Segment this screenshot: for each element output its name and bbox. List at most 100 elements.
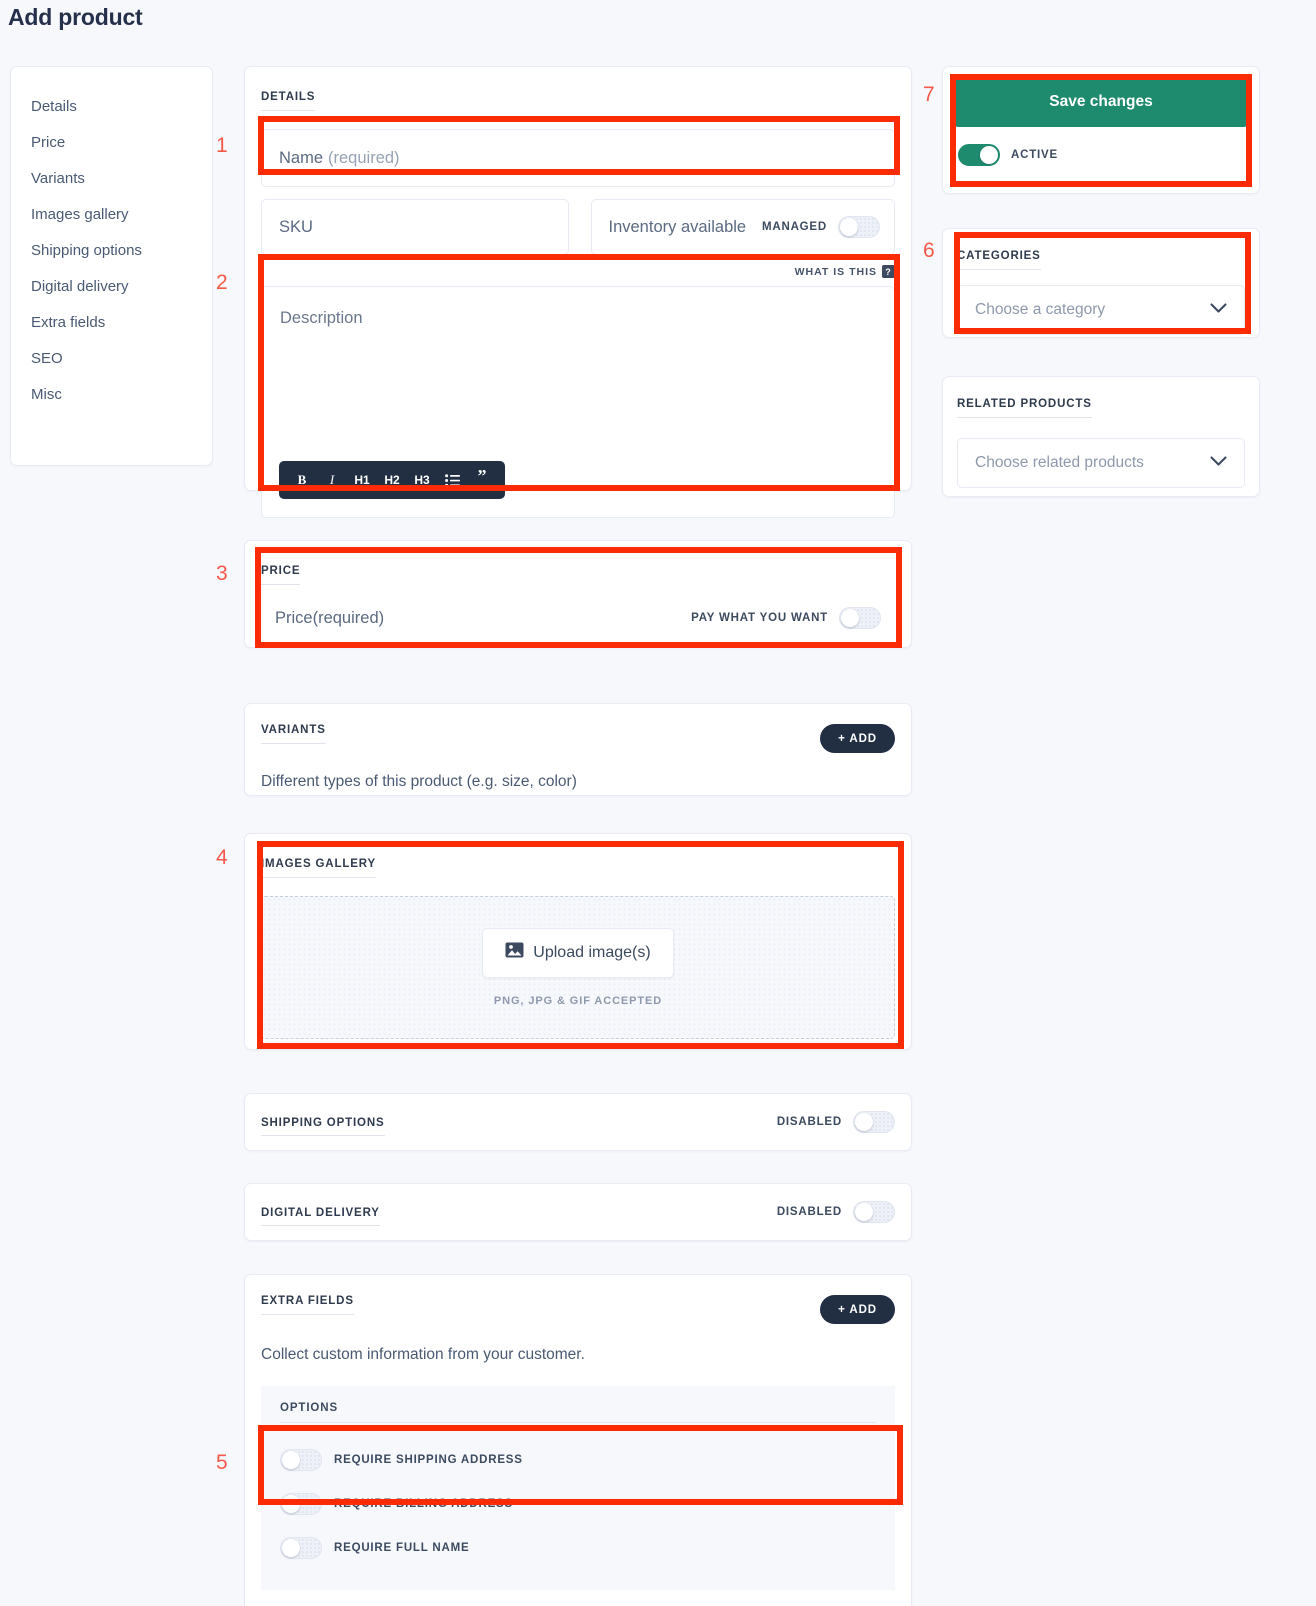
pay-what-you-want-label: PAY WHAT YOU WANT: [691, 612, 828, 624]
variants-add-button[interactable]: + ADD: [820, 724, 895, 753]
sidebar-item-shipping-options[interactable]: Shipping options: [11, 233, 212, 269]
save-changes-button[interactable]: Save changes: [953, 77, 1249, 127]
require-billing-address-row[interactable]: REQUIRE BILLING ADDRESS: [280, 1482, 876, 1526]
active-label: ACTIVE: [1011, 149, 1058, 161]
digital-delivery-heading: DIGITAL DELIVERY: [261, 1207, 380, 1226]
images-gallery-heading: IMAGES GALLERY: [261, 858, 376, 878]
inventory-placeholder: Inventory available: [608, 217, 747, 236]
italic-icon[interactable]: I: [319, 467, 345, 493]
digital-delivery-knob: [855, 1203, 873, 1221]
shipping-options-knob: [855, 1113, 873, 1131]
extra-fields-description: Collect custom information from your cus…: [261, 1346, 585, 1363]
options-heading: OPTIONS: [280, 1402, 339, 1414]
name-required-hint: (required): [328, 148, 400, 167]
sidebar-item-details[interactable]: Details: [11, 89, 212, 125]
category-select-value: Choose a category: [975, 301, 1106, 318]
require-full-name-toggle[interactable]: [280, 1537, 322, 1559]
page-title: Add product: [8, 4, 143, 30]
extra-fields-add-button[interactable]: + ADD: [820, 1295, 895, 1324]
sidebar-item-variants[interactable]: Variants: [11, 161, 212, 197]
sidebar-item-misc[interactable]: Misc: [11, 377, 212, 413]
pay-what-you-want-knob: [841, 609, 859, 627]
sku-placeholder: SKU: [279, 217, 313, 236]
annotation-number-6: 6: [923, 239, 935, 262]
bullet-list-icon[interactable]: [439, 467, 465, 493]
category-select[interactable]: Choose a category: [957, 285, 1245, 335]
price-required-hint: (required): [312, 608, 385, 627]
require-billing-address-toggle[interactable]: [280, 1493, 322, 1515]
image-dropzone[interactable]: Upload image(s) PNG, JPG & GIF ACCEPTED: [261, 896, 895, 1039]
save-panel-card: Save changes ACTIVE: [942, 66, 1260, 194]
related-products-heading: RELATED PRODUCTS: [957, 398, 1092, 418]
categories-card: CATEGORIES Choose a category: [942, 228, 1260, 338]
sku-input[interactable]: SKU: [261, 199, 569, 255]
related-products-card: RELATED PRODUCTS Choose related products: [942, 376, 1260, 497]
annotation-number-5: 5: [216, 1451, 228, 1474]
active-toggle-knob: [980, 146, 998, 164]
bold-icon[interactable]: B: [289, 467, 315, 493]
managed-toggle[interactable]: [838, 216, 880, 238]
require-shipping-address-row[interactable]: REQUIRE SHIPPING ADDRESS: [280, 1438, 876, 1482]
inventory-available-input[interactable]: Inventory available MANAGED: [590, 199, 895, 255]
pay-what-you-want-toggle[interactable]: [839, 607, 881, 629]
description-toolbar: B I H1 H2 H3 ”: [279, 461, 505, 499]
name-label: Name: [279, 148, 324, 167]
shipping-options-card: SHIPPING OPTIONS DISABLED: [244, 1093, 912, 1151]
variants-heading: VARIANTS: [261, 724, 326, 744]
heading-1-icon[interactable]: H1: [349, 467, 375, 493]
description-editor[interactable]: Description B I H1 H2 H3 ”: [261, 286, 895, 518]
what-is-this-label: WHAT IS THIS: [794, 265, 877, 278]
variants-card: VARIANTS + ADD Different types of this p…: [244, 703, 912, 796]
image-upload-icon: [505, 942, 524, 964]
managed-toggle-knob: [840, 218, 858, 236]
require-full-name-knob: [282, 1539, 300, 1557]
sidebar-item-extra-fields[interactable]: Extra fields: [11, 305, 212, 341]
extra-fields-options-panel: OPTIONS REQUIRE SHIPPING ADDRESS REQUIRE…: [261, 1386, 895, 1590]
require-shipping-address-toggle[interactable]: [280, 1449, 322, 1471]
annotation-number-1: 1: [216, 134, 228, 157]
details-heading: DETAILS: [261, 91, 316, 111]
related-products-select-value: Choose related products: [975, 454, 1144, 471]
shipping-options-toggle[interactable]: [853, 1111, 895, 1133]
categories-heading: CATEGORIES: [957, 250, 1041, 270]
price-input-row[interactable]: Price(required) PAY WHAT YOU WANT: [261, 607, 895, 629]
price-label: Price: [275, 608, 313, 627]
help-question-icon: ?: [882, 265, 895, 278]
sidebar-item-images-gallery[interactable]: Images gallery: [11, 197, 212, 233]
price-heading: PRICE: [261, 565, 301, 585]
what-is-this-link[interactable]: WHAT IS THIS ?: [795, 265, 895, 278]
annotation-number-3: 3: [216, 562, 228, 585]
accepted-formats-note: PNG, JPG & GIF ACCEPTED: [493, 995, 663, 1007]
details-card: DETAILS Name (required) SKU Inventory av…: [244, 66, 912, 518]
managed-label: MANAGED: [761, 221, 827, 233]
sidebar-item-price[interactable]: Price: [11, 125, 212, 161]
extra-fields-card: EXTRA FIELDS + ADD Collect custom inform…: [244, 1274, 912, 1606]
add-product-page: Add product Details Price Variants Image…: [0, 0, 1316, 1606]
price-card: PRICE Price(required) PAY WHAT YOU WANT: [244, 540, 912, 648]
annotation-number-7: 7: [923, 83, 935, 106]
active-toggle[interactable]: [958, 144, 1000, 166]
heading-3-icon[interactable]: H3: [409, 467, 435, 493]
active-toggle-row[interactable]: ACTIVE: [953, 144, 1249, 166]
require-billing-address-label: REQUIRE BILLING ADDRESS: [334, 1498, 513, 1510]
chevron-down-icon: [1210, 454, 1227, 472]
variants-description: Different types of this product (e.g. si…: [261, 773, 577, 790]
description-placeholder: Description: [280, 309, 363, 327]
blockquote-icon[interactable]: ”: [469, 466, 495, 493]
extra-fields-heading: EXTRA FIELDS: [261, 1295, 354, 1315]
sidebar-item-digital-delivery[interactable]: Digital delivery: [11, 269, 212, 305]
related-products-select[interactable]: Choose related products: [957, 438, 1245, 488]
annotation-number-4: 4: [216, 846, 228, 869]
heading-2-icon[interactable]: H2: [379, 467, 405, 493]
digital-delivery-toggle[interactable]: [853, 1201, 895, 1223]
name-input[interactable]: Name (required): [261, 129, 895, 187]
sidebar-item-seo[interactable]: SEO: [11, 341, 212, 377]
shipping-options-heading: SHIPPING OPTIONS: [261, 1117, 385, 1136]
upload-images-button[interactable]: Upload image(s): [482, 928, 674, 978]
annotation-number-2: 2: [216, 271, 228, 294]
require-full-name-row[interactable]: REQUIRE FULL NAME: [280, 1526, 876, 1570]
chevron-down-icon: [1210, 301, 1227, 319]
require-shipping-address-label: REQUIRE SHIPPING ADDRESS: [334, 1454, 523, 1466]
images-gallery-card: IMAGES GALLERY Upload image(s) PNG, JPG …: [244, 833, 912, 1050]
shipping-options-state-label: DISABLED: [776, 1116, 842, 1128]
